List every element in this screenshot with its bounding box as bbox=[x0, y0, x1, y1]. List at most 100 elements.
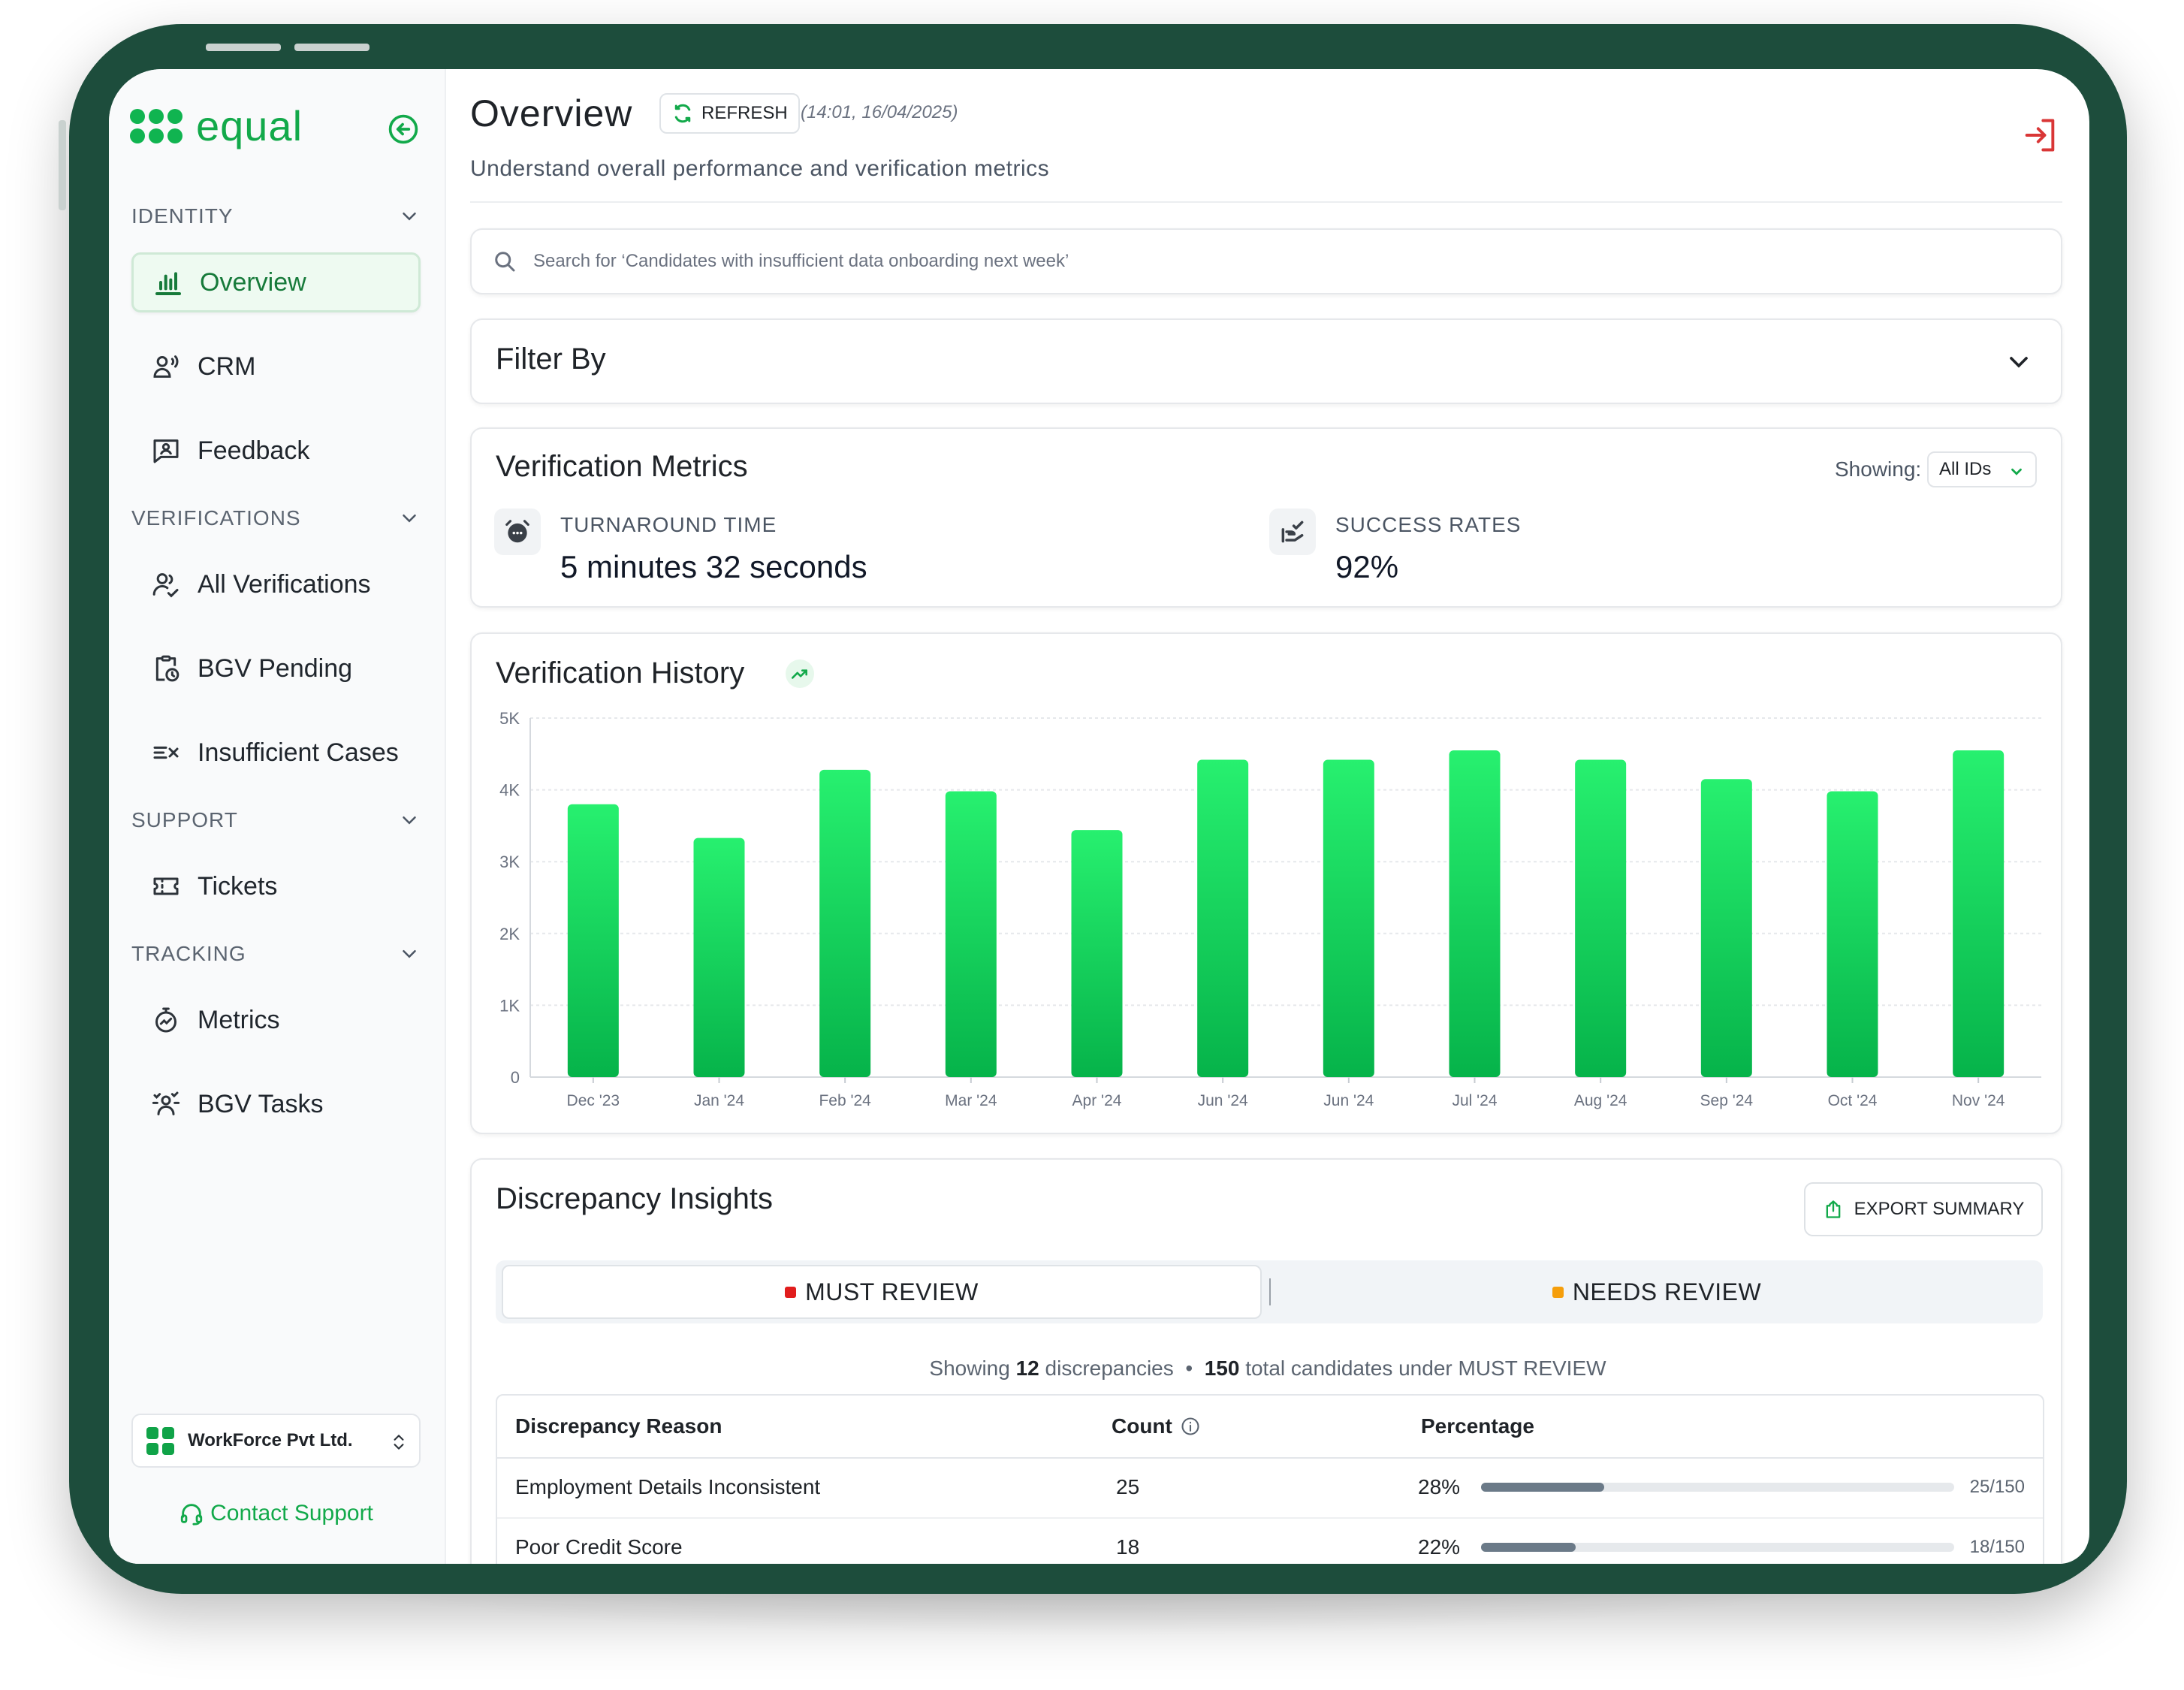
discrepancy-table: Discrepancy Reason Count Percentage Empl… bbox=[496, 1394, 2044, 1564]
chart-bar bbox=[1197, 759, 1249, 1077]
tab-label: NEEDS REVIEW bbox=[1572, 1278, 1762, 1305]
chevron-down-icon[interactable] bbox=[2004, 347, 2034, 377]
sidebar-item-label: BGV Tasks bbox=[198, 1089, 324, 1118]
showing-label: Showing: bbox=[1835, 457, 1922, 481]
filter-panel[interactable]: Filter By bbox=[470, 318, 2062, 404]
y-tick-label: 3K bbox=[499, 853, 520, 871]
table-row[interactable]: Poor Credit Score 18 22% 18/150 bbox=[497, 1517, 2043, 1564]
chart-bar bbox=[1575, 759, 1627, 1077]
users-check-icon bbox=[149, 568, 183, 601]
collapse-sidebar-icon[interactable] bbox=[387, 113, 420, 146]
device-side-button bbox=[59, 120, 66, 210]
org-logo-icon bbox=[146, 1426, 174, 1455]
metrics-title: Verification Metrics bbox=[496, 450, 748, 483]
sidebar-item-bgv-tasks[interactable]: BGV Tasks bbox=[131, 1074, 421, 1134]
chart-bar bbox=[1953, 750, 2005, 1077]
headset-icon bbox=[180, 1504, 203, 1526]
row-reason: Employment Details Inconsistent bbox=[515, 1475, 821, 1498]
chevron-down-icon bbox=[403, 816, 416, 825]
sidebar-item-overview[interactable]: Overview bbox=[131, 252, 421, 312]
tab-label: MUST REVIEW bbox=[805, 1278, 979, 1305]
y-tick-label: 5K bbox=[499, 709, 520, 728]
refresh-label: REFRESH bbox=[701, 103, 788, 123]
brand-logo[interactable]: equal bbox=[130, 105, 303, 147]
chevron-updown-icon bbox=[394, 1435, 404, 1450]
section-title: TRACKING bbox=[131, 942, 246, 965]
x-tick-label: Jun '24 bbox=[1198, 1092, 1248, 1109]
sidebar: equal IDENTITY Overview CRM Feedback VER… bbox=[109, 69, 446, 1564]
section-identity[interactable]: IDENTITY bbox=[131, 201, 421, 231]
percentage-bar-fill bbox=[1481, 1543, 1576, 1552]
section-title: IDENTITY bbox=[131, 204, 234, 228]
summary-bullet: • bbox=[1185, 1357, 1193, 1380]
sidebar-item-feedback[interactable]: Feedback bbox=[131, 421, 421, 481]
tab-divider bbox=[1269, 1278, 1271, 1305]
filter-title: Filter By bbox=[496, 343, 606, 376]
export-summary-label: EXPORT SUMMARY bbox=[1854, 1199, 2025, 1219]
review-tabs: MUST REVIEW NEEDS REVIEW bbox=[496, 1260, 2043, 1323]
sidebar-item-metrics[interactable]: Metrics bbox=[131, 990, 421, 1050]
logout-icon[interactable] bbox=[2020, 116, 2059, 155]
feedback-icon bbox=[149, 434, 183, 467]
sidebar-item-all-verifications[interactable]: All Verifications bbox=[131, 554, 421, 614]
sidebar-item-insufficient-cases[interactable]: Insufficient Cases bbox=[131, 723, 421, 783]
organization-switcher[interactable]: WorkForce Pvt Ltd. bbox=[131, 1414, 421, 1468]
sidebar-item-bgv-pending[interactable]: BGV Pending bbox=[131, 638, 421, 699]
verification-history-card: Verification History 0 1K 2K 3K 4K 5K Dec '23 J… bbox=[470, 632, 2062, 1134]
device-button bbox=[206, 44, 281, 51]
contact-support-label: Contact Support bbox=[210, 1501, 373, 1526]
users-voice-icon bbox=[149, 350, 183, 383]
id-type-select[interactable]: All IDs bbox=[1927, 451, 2037, 487]
discrepancy-summary: Showing 12 discrepancies • 150 total can… bbox=[472, 1357, 2064, 1381]
section-title: SUPPORT bbox=[131, 808, 238, 831]
device-button bbox=[294, 44, 370, 51]
last-updated-timestamp: (14:01, 16/04/2025) bbox=[801, 102, 958, 122]
search-icon bbox=[495, 252, 515, 272]
row-ratio: 25/150 bbox=[1969, 1477, 2025, 1497]
chart-bar bbox=[1827, 791, 1878, 1077]
x-tick-label: Jul '24 bbox=[1452, 1092, 1497, 1109]
sidebar-item-label: CRM bbox=[198, 352, 256, 381]
chart-bar bbox=[567, 804, 619, 1077]
main-content: Overview REFRESH (14:01, 16/04/2025) Und… bbox=[445, 69, 2089, 1564]
section-verifications[interactable]: VERIFICATIONS bbox=[131, 503, 421, 533]
column-header-percentage: Percentage bbox=[1421, 1414, 1534, 1438]
row-ratio: 18/150 bbox=[1969, 1537, 2025, 1557]
chevron-down-icon bbox=[403, 950, 416, 958]
must-review-indicator bbox=[785, 1286, 797, 1298]
sidebar-item-crm[interactable]: CRM bbox=[131, 336, 421, 397]
list-x-icon bbox=[149, 736, 183, 769]
logo-text: equal bbox=[196, 102, 303, 149]
row-count: 25 bbox=[1116, 1475, 1140, 1498]
search-input[interactable]: Search for ‘Candidates with insufficient… bbox=[533, 251, 1069, 272]
sidebar-item-label: Overview bbox=[200, 267, 306, 297]
chart-bar bbox=[1071, 830, 1123, 1077]
chart-bar bbox=[693, 837, 745, 1077]
section-support[interactable]: SUPPORT bbox=[131, 805, 421, 835]
summary-text: discrepancies bbox=[1045, 1357, 1174, 1380]
info-icon[interactable] bbox=[1180, 1416, 1201, 1437]
contact-support-link[interactable]: Contact Support bbox=[131, 1495, 421, 1532]
tab-needs-review[interactable]: NEEDS REVIEW bbox=[1277, 1265, 2037, 1319]
refresh-button[interactable]: REFRESH bbox=[659, 93, 800, 134]
chart-bar bbox=[819, 769, 871, 1077]
y-tick-label: 2K bbox=[499, 925, 520, 943]
export-summary-button[interactable]: EXPORT SUMMARY bbox=[1804, 1182, 2043, 1236]
insights-title: Discrepancy Insights bbox=[496, 1182, 774, 1215]
id-type-value: All IDs bbox=[1939, 459, 1992, 479]
section-tracking[interactable]: TRACKING bbox=[131, 939, 421, 969]
chevron-down-icon bbox=[403, 213, 416, 221]
row-percentage: 22% bbox=[1418, 1535, 1461, 1559]
chevron-down-icon bbox=[2011, 468, 2022, 475]
sidebar-item-tickets[interactable]: Tickets bbox=[131, 856, 421, 916]
percentage-bar bbox=[1481, 1483, 1954, 1492]
table-header: Discrepancy Reason Count Percentage bbox=[497, 1396, 2043, 1459]
tab-must-review[interactable]: MUST REVIEW bbox=[502, 1265, 1262, 1319]
table-row[interactable]: Employment Details Inconsistent 25 28% 2… bbox=[497, 1457, 2043, 1519]
search-bar[interactable]: Search for ‘Candidates with insufficient… bbox=[470, 228, 2062, 294]
x-tick-label: Apr '24 bbox=[1072, 1092, 1122, 1109]
column-header-count[interactable]: Count bbox=[1112, 1396, 1201, 1457]
x-tick-label: Jan '24 bbox=[694, 1092, 744, 1109]
x-tick-label: Sep '24 bbox=[1700, 1092, 1754, 1109]
alarm-clock-icon bbox=[494, 509, 541, 555]
